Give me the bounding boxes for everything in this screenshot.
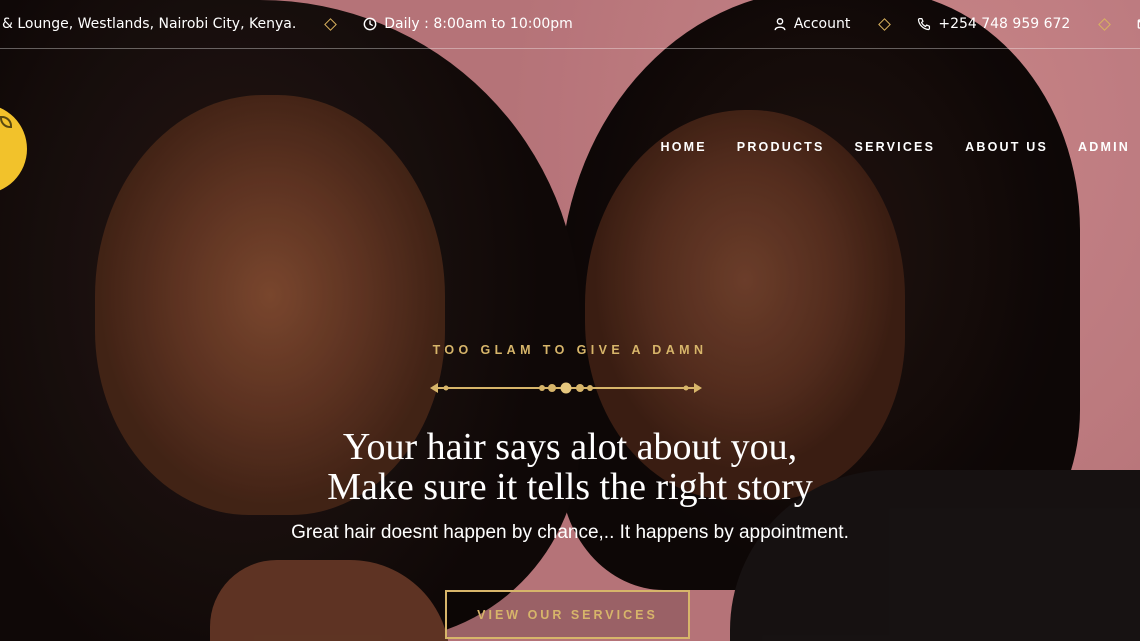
headline-line-1: Your hair says alot about you, <box>342 426 798 468</box>
nav-item-services[interactable]: SERVICES <box>855 140 936 154</box>
phone-icon <box>918 17 931 31</box>
hero-headline: Your hair says alot about you, Make sure… <box>0 427 1140 507</box>
clock-icon <box>363 17 377 31</box>
hours-text: Daily : 8:00am to 10:00pm <box>384 16 573 32</box>
headline-line-2: Make sure it tells the right story <box>327 466 813 508</box>
phone-link[interactable]: +254 748 959 672 <box>917 16 1070 32</box>
hero-overlay <box>0 0 1140 641</box>
diamond-separator-icon <box>878 17 892 31</box>
top-info-bar: & Lounge, Westlands, Nairobi City, Kenya… <box>0 0 1140 49</box>
diamond-separator-icon <box>1098 17 1112 31</box>
opening-hours: Daily : 8:00am to 10:00pm <box>363 16 573 32</box>
diamond-separator-icon <box>324 17 338 31</box>
hero-subline: Great hair doesnt happen by chance,.. It… <box>291 522 849 543</box>
nav-item-products[interactable]: PRODUCTS <box>737 140 825 154</box>
ornamental-divider <box>430 382 702 394</box>
nav-item-about-us[interactable]: ABOUT US <box>965 140 1048 154</box>
user-icon <box>774 18 786 31</box>
nav-item-admin[interactable]: ADMIN <box>1078 140 1130 154</box>
view-services-button[interactable]: VIEW OUR SERVICES <box>445 590 690 639</box>
leaf-logo-icon <box>0 116 12 128</box>
nav-item-home[interactable]: HOME <box>660 140 706 154</box>
phone-number: +254 748 959 672 <box>938 16 1071 32</box>
hero-tagline: TOO GLAM TO GIVE A DAMN <box>432 343 708 357</box>
account-label: Account <box>793 16 851 32</box>
account-link[interactable]: Account <box>773 16 851 32</box>
address-text: & Lounge, Westlands, Nairobi City, Kenya… <box>2 16 297 32</box>
hero-background-image <box>0 0 1140 641</box>
main-navigation: HOME PRODUCTS SERVICES ABOUT US ADMIN <box>630 140 1130 154</box>
